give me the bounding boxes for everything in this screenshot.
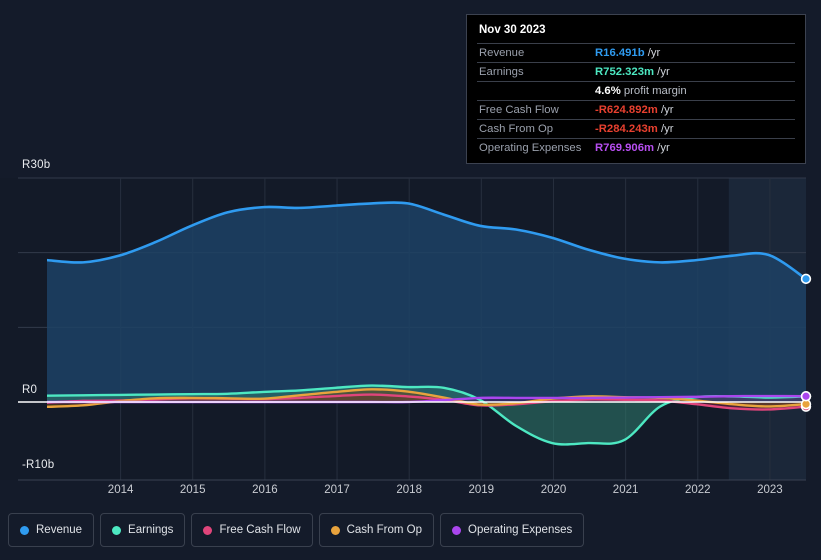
legend-dot-icon: [20, 525, 29, 535]
x-axis-tick-2017: 2017: [324, 484, 350, 496]
legend-item-cash-from-op[interactable]: Cash From Op: [318, 513, 435, 547]
tooltip-row-label: Revenue: [479, 47, 525, 59]
tooltip-row-value: R769.906m /yr: [593, 139, 795, 158]
tooltip-margin-row: 4.6% profit margin: [477, 81, 795, 101]
legend-item-operating-expenses[interactable]: Operating Expenses: [440, 513, 585, 547]
y-axis-tick-bottom: -R10b: [22, 459, 55, 471]
legend-item-revenue[interactable]: Revenue: [8, 513, 95, 547]
tooltip-date: Nov 30 2023: [479, 24, 546, 36]
y-axis-tick-zero: R0: [22, 384, 38, 396]
legend-item-earnings[interactable]: Earnings: [100, 513, 186, 547]
y-axis-tick-top: R30b: [22, 159, 51, 171]
legend-item-label: Revenue: [36, 524, 83, 536]
tooltip-row-number: -R284.243m: [595, 123, 658, 135]
x-axis-tick-2019: 2019: [468, 484, 495, 496]
tooltip-row-value: -R284.243m /yr: [593, 120, 795, 139]
legend-item-free-cash-flow[interactable]: Free Cash Flow: [191, 513, 313, 547]
tooltip-row-unit: /yr: [644, 47, 661, 59]
tooltip-row-number: -R624.892m: [595, 104, 658, 116]
tooltip-margin-number: 4.6%: [595, 85, 621, 97]
legend-dot-icon: [112, 525, 122, 535]
x-axis-tick-2021: 2021: [612, 484, 639, 496]
endpoint-marker: [802, 400, 810, 408]
legend-dot-icon: [452, 525, 462, 535]
x-axis-tick-2016: 2016: [252, 484, 278, 496]
tooltip-row-label: Earnings: [479, 66, 524, 78]
legend-item-label: Operating Expenses: [468, 524, 573, 536]
legend-item-label: Free Cash Flow: [219, 524, 301, 536]
tooltip-row-value: -R624.892m /yr: [593, 101, 795, 120]
chart-legend[interactable]: Revenue Earnings Free Cash Flow Cash From O…: [8, 513, 585, 547]
tooltip-table: Revenue R16.491b /yr Earnings R752.323m /yr…: [477, 43, 795, 157]
tooltip-row-label: Free Cash Flow: [479, 104, 559, 116]
tooltip-row-label: Operating Expenses: [479, 142, 582, 154]
x-axis-tick-2022: 2022: [685, 484, 711, 496]
tooltip-row-number: R769.906m: [595, 142, 655, 154]
endpoint-marker: [802, 275, 810, 283]
x-axis-tick-2020: 2020: [540, 484, 567, 496]
legend-dot-icon: [203, 525, 213, 535]
tooltip-row: Revenue R16.491b /yr: [477, 43, 795, 63]
tooltip-margin-value: 4.6% profit margin: [593, 82, 795, 101]
tooltip-row: Operating Expenses R769.906m /yr: [477, 138, 795, 158]
x-axis-tick-2015: 2015: [179, 484, 206, 496]
tooltip-row-number: R16.491b: [595, 47, 645, 59]
tooltip-row-label: Cash From Op: [479, 123, 554, 135]
tooltip-row-unit: /yr: [657, 123, 674, 135]
legend-item-label: Earnings: [128, 524, 174, 536]
tooltip-row: Earnings R752.323m /yr: [477, 62, 795, 82]
x-axis-tick-2018: 2018: [396, 484, 422, 496]
tooltip-row-value: R16.491b /yr: [593, 44, 795, 63]
tooltip-row-unit: /yr: [654, 142, 670, 154]
tooltip-row-unit: /yr: [654, 66, 670, 78]
tooltip-margin-label: profit margin: [620, 85, 687, 97]
tooltip-row-unit: /yr: [657, 104, 674, 116]
tooltip-margin-spacer: [477, 82, 593, 101]
financial-chart: R30b R0 -R10b 2014 2015 2016 2017 2018 2019 20…: [0, 0, 821, 560]
legend-item-label: Cash From Op: [346, 524, 423, 536]
data-tooltip: Nov 30 2023 Revenue R16.491b /yr Earnings R…: [466, 14, 806, 164]
tooltip-row: Cash From Op -R284.243m /yr: [477, 119, 795, 139]
x-axis-labels: 2014 2015 2016 2017 2018 2019 2020 2021 2022 2023: [0, 484, 821, 502]
x-axis-tick-2023: 2023: [757, 484, 783, 496]
tooltip-row: Free Cash Flow -R624.892m /yr: [477, 100, 795, 120]
tooltip-row-value: R752.323m /yr: [593, 63, 795, 82]
x-axis-tick-2014: 2014: [107, 484, 134, 496]
legend-dot-icon: [330, 525, 340, 535]
tooltip-row-number: R752.323m: [595, 66, 655, 78]
endpoint-marker: [802, 392, 810, 400]
